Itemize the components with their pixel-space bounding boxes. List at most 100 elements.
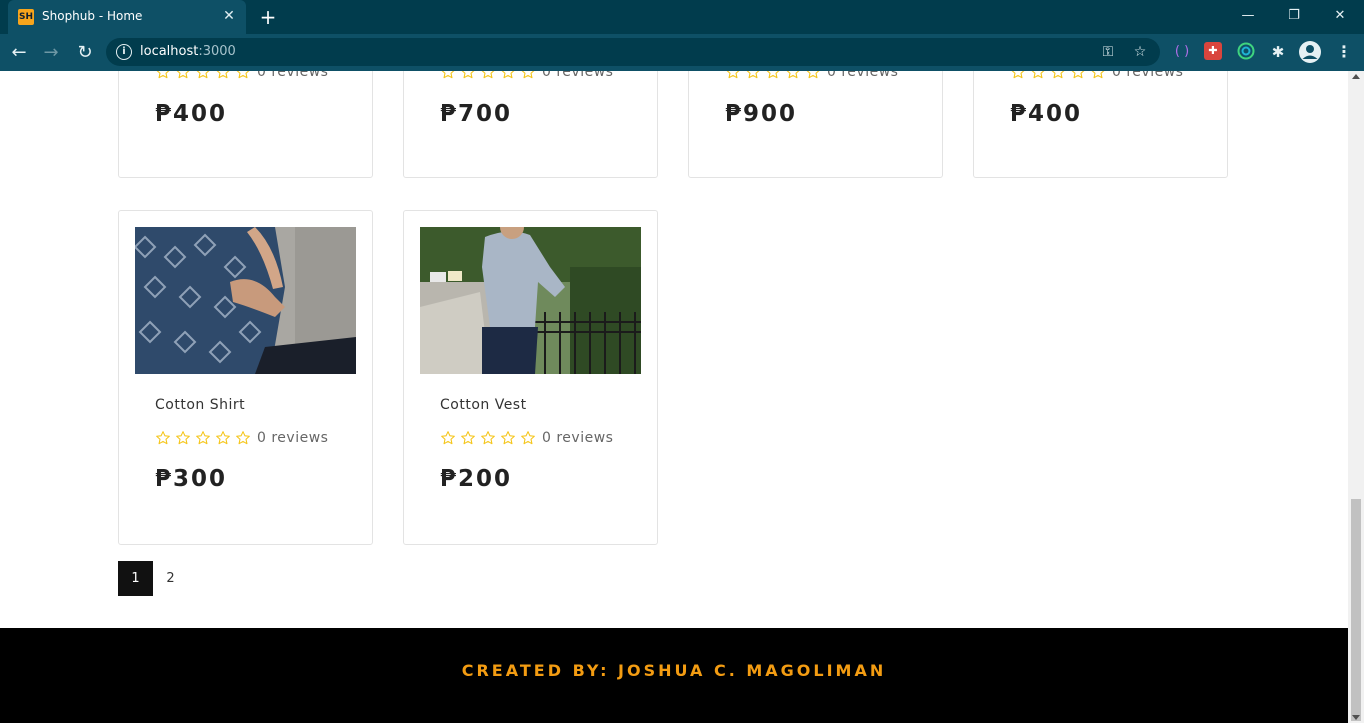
site-info-icon[interactable]: i <box>116 44 132 60</box>
pagination: 1 2 <box>118 561 188 596</box>
product-card[interactable]: 0 reviews ₱700 <box>403 71 658 178</box>
star-rating: 0 reviews <box>155 71 328 80</box>
product-price: ₱300 <box>155 466 228 492</box>
star-outline-icon <box>461 71 475 79</box>
star-outline-icon <box>156 71 170 79</box>
star-outline-icon <box>1031 71 1045 79</box>
star-rating: 0 reviews <box>1010 71 1183 80</box>
footer-credit: CREATED BY: JOSHUA C. MAGOLIMAN <box>461 661 887 680</box>
product-card[interactable]: Cotton Shirt 0 reviews ₱300 <box>118 210 373 545</box>
extension-brackets-icon[interactable]: ( ) <box>1172 42 1192 62</box>
product-image[interactable] <box>420 227 641 374</box>
back-icon[interactable]: ← <box>6 40 32 66</box>
review-count: 0 reviews <box>542 430 614 446</box>
star-outline-icon <box>176 431 190 445</box>
forward-icon[interactable]: → <box>38 40 64 66</box>
review-count: 0 reviews <box>1112 71 1184 80</box>
star-outline-icon <box>1071 71 1085 79</box>
star-outline-icon <box>501 431 515 445</box>
rating-stars <box>1010 71 1110 80</box>
product-price: ₱200 <box>440 466 513 492</box>
tab-close-icon[interactable]: ✕ <box>220 7 238 25</box>
product-name[interactable]: Cotton Shirt <box>155 397 245 413</box>
scroll-up-arrow-icon[interactable] <box>1352 74 1360 79</box>
star-outline-icon <box>236 431 250 445</box>
close-window-icon[interactable]: ✕ <box>1318 2 1362 30</box>
star-outline-icon <box>1011 71 1025 79</box>
key-icon[interactable]: ⚿ <box>1098 42 1118 62</box>
scrollbar-thumb[interactable] <box>1351 499 1361 721</box>
review-count: 0 reviews <box>542 71 614 80</box>
product-price: ₱400 <box>1010 101 1083 127</box>
product-card[interactable]: 0 reviews ₱400 <box>118 71 373 178</box>
star-outline-icon <box>441 71 455 79</box>
address-bar[interactable]: i localhost:3000 ⚿ ☆ <box>106 38 1160 66</box>
star-outline-icon <box>766 71 780 79</box>
minimize-icon[interactable]: — <box>1226 2 1270 30</box>
product-card[interactable]: 0 reviews ₱900 <box>688 71 943 178</box>
rating-stars <box>725 71 825 80</box>
star-outline-icon <box>481 71 495 79</box>
tab-title: Shophub - Home <box>42 9 143 23</box>
star-outline-icon <box>806 71 820 79</box>
star-outline-icon <box>1091 71 1105 79</box>
star-outline-icon <box>521 71 535 79</box>
star-outline-icon <box>156 431 170 445</box>
star-outline-icon <box>216 431 230 445</box>
new-tab-icon[interactable]: + <box>256 6 280 28</box>
page-content: 0 reviews ₱400 0 reviews ₱700 0 reviews … <box>0 71 1348 723</box>
extension-red-icon[interactable]: ✚ <box>1204 42 1222 60</box>
star-outline-icon <box>461 431 475 445</box>
star-outline-icon <box>196 431 210 445</box>
footer: CREATED BY: JOSHUA C. MAGOLIMAN <box>0 628 1348 723</box>
product-price: ₱900 <box>725 101 798 127</box>
star-rating: 0 reviews <box>155 430 328 446</box>
star-outline-icon <box>236 71 250 79</box>
star-outline-icon <box>196 71 210 79</box>
scroll-down-arrow-icon[interactable] <box>1352 715 1360 720</box>
star-outline-icon <box>176 71 190 79</box>
rating-stars <box>440 71 540 80</box>
star-outline-icon <box>521 431 535 445</box>
rating-stars <box>440 430 540 446</box>
restore-icon[interactable]: ❐ <box>1272 2 1316 30</box>
product-card[interactable]: 0 reviews ₱400 <box>973 71 1228 178</box>
bookmark-star-icon[interactable]: ☆ <box>1130 42 1150 62</box>
page-2-button[interactable]: 2 <box>153 561 188 596</box>
star-rating: 0 reviews <box>440 71 613 80</box>
star-outline-icon <box>726 71 740 79</box>
review-count: 0 reviews <box>257 430 329 446</box>
browser-toolbar: ← → ↻ i localhost:3000 ⚿ ☆ ( ) ✚ ✱ ⋮ <box>0 34 1364 71</box>
browser-tab[interactable]: SH Shophub - Home ✕ <box>8 0 246 34</box>
profile-avatar-icon[interactable] <box>1298 40 1321 63</box>
star-outline-icon <box>481 431 495 445</box>
review-count: 0 reviews <box>827 71 899 80</box>
product-price: ₱400 <box>155 101 228 127</box>
star-outline-icon <box>746 71 760 79</box>
extension-target-icon[interactable] <box>1236 42 1256 62</box>
reload-icon[interactable]: ↻ <box>72 40 98 66</box>
review-count: 0 reviews <box>257 71 329 80</box>
product-name[interactable]: Cotton Vest <box>440 397 527 413</box>
product-image[interactable] <box>135 227 356 374</box>
site-favicon-icon: SH <box>18 9 34 25</box>
star-outline-icon <box>786 71 800 79</box>
browser-tab-bar: SH Shophub - Home ✕ + — ❐ ✕ <box>0 0 1364 34</box>
menu-kebab-icon[interactable]: ⋮ <box>1334 42 1354 62</box>
product-card[interactable]: Cotton Vest 0 reviews ₱200 <box>403 210 658 545</box>
url-text: localhost:3000 <box>140 44 236 59</box>
star-rating: 0 reviews <box>725 71 898 80</box>
extensions-puzzle-icon[interactable]: ✱ <box>1268 42 1288 62</box>
rating-stars <box>155 430 255 446</box>
url-port: :3000 <box>198 44 236 59</box>
vertical-scrollbar[interactable] <box>1348 71 1364 723</box>
star-rating: 0 reviews <box>440 430 613 446</box>
star-outline-icon <box>441 431 455 445</box>
star-outline-icon <box>501 71 515 79</box>
rating-stars <box>155 71 255 80</box>
star-outline-icon <box>1051 71 1065 79</box>
url-host: localhost <box>140 44 199 59</box>
page-1-button[interactable]: 1 <box>118 561 153 596</box>
product-price: ₱700 <box>440 101 513 127</box>
star-outline-icon <box>216 71 230 79</box>
